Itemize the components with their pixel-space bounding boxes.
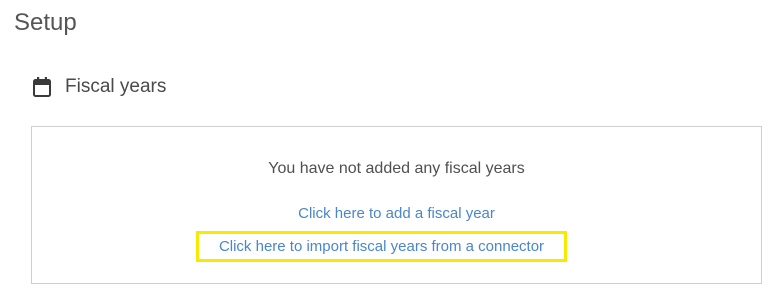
fiscal-years-empty-card: You have not added any fiscal years Clic… <box>31 126 762 284</box>
import-link-highlight: Click here to import fiscal years from a… <box>196 231 567 262</box>
fiscal-years-section-header: Fiscal years <box>33 74 166 100</box>
page-title: Setup <box>14 9 77 36</box>
section-title: Fiscal years <box>65 76 167 97</box>
calendar-icon <box>33 77 51 97</box>
setup-page: Setup Fiscal years You have not added an… <box>0 0 780 301</box>
import-fiscal-years-link[interactable]: Click here to import fiscal years from a… <box>219 237 544 257</box>
add-fiscal-year-link[interactable]: Click here to add a fiscal year <box>32 204 761 224</box>
empty-state-message: You have not added any fiscal years <box>268 160 525 177</box>
